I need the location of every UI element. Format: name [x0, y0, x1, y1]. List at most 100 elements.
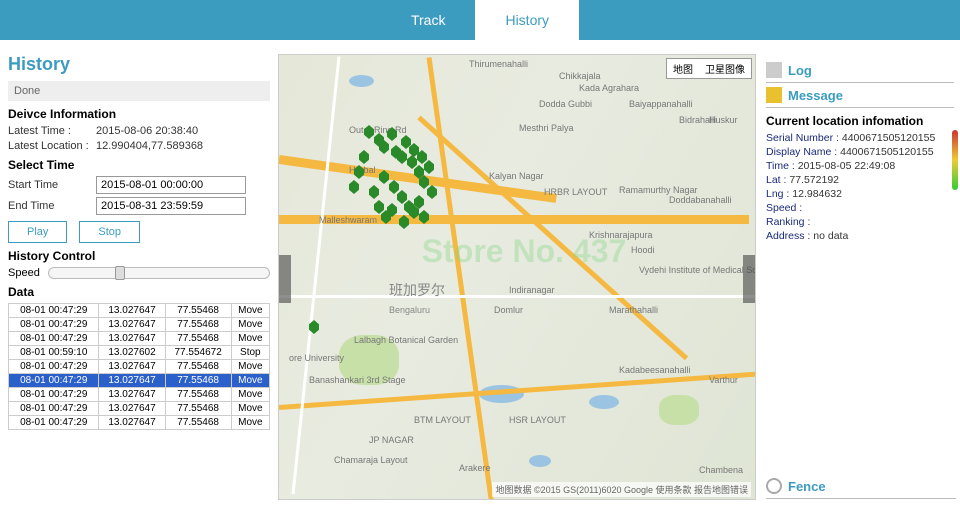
ranking-label: Ranking :: [766, 216, 810, 228]
road: [427, 57, 496, 500]
map-marker[interactable]: [407, 155, 417, 169]
place-label: HSR LAYOUT: [509, 415, 566, 425]
lng-value: 12.984632: [792, 188, 842, 200]
table-row[interactable]: 08-01 00:47:2913.02764777.55468Move: [9, 360, 270, 374]
tab-history[interactable]: History: [475, 0, 579, 40]
map-marker[interactable]: [349, 180, 359, 194]
history-control-header: History Control: [8, 249, 270, 263]
map-handle-right[interactable]: [743, 255, 755, 303]
table-row[interactable]: 08-01 00:47:2913.02764777.55468Move: [9, 388, 270, 402]
road-white: [292, 56, 341, 494]
table-row[interactable]: 08-01 00:59:1013.02760277.554672Stop: [9, 346, 270, 360]
log-section[interactable]: Log: [766, 58, 954, 83]
maptype-satellite[interactable]: 卫星图像: [699, 59, 751, 78]
address-value: no data: [813, 230, 848, 242]
lat-label: Lat :: [766, 174, 786, 186]
status-bar: Done: [8, 81, 270, 101]
map-marker[interactable]: [389, 180, 399, 194]
log-icon: [766, 62, 782, 78]
device-info-header: Deivce Information: [8, 107, 270, 121]
place-label: HRBR LAYOUT: [544, 187, 607, 197]
place-label: Lalbagh Botanical Garden: [354, 335, 458, 345]
table-row[interactable]: 08-01 00:47:2913.02764777.55468Move: [9, 332, 270, 346]
page-title: History: [8, 54, 270, 75]
map-marker[interactable]: [374, 200, 384, 214]
water-area: [589, 395, 619, 409]
latest-time-label: Latest Time :: [8, 125, 96, 137]
place-label: ore University: [289, 353, 344, 363]
place-label: Vydehi Institute of Medical Sciences &: [639, 265, 756, 275]
place-label: JP NAGAR: [369, 435, 414, 445]
topbar: Track History: [0, 0, 960, 40]
map-marker[interactable]: [359, 150, 369, 164]
map-canvas[interactable]: Store No. 437 班加罗尔Bengaluru Thirumenahal…: [279, 55, 755, 499]
time-label: Time :: [766, 160, 795, 172]
place-label: Indiranagar: [509, 285, 555, 295]
fence-section[interactable]: Fence: [766, 474, 956, 499]
map-marker[interactable]: [397, 190, 407, 204]
start-time-input[interactable]: [96, 176, 246, 194]
data-table: 08-01 00:47:2913.02764777.55468Move08-01…: [8, 303, 270, 430]
place-label: Doddabanahalli: [669, 195, 732, 205]
data-header: Data: [8, 285, 270, 299]
park-area: [659, 395, 699, 425]
play-button[interactable]: Play: [8, 221, 67, 243]
latest-time-value: 2015-08-06 20:38:40: [96, 125, 198, 137]
map-container[interactable]: Store No. 437 班加罗尔Bengaluru Thirumenahal…: [278, 54, 756, 500]
map-marker[interactable]: [427, 185, 437, 199]
place-label: Arakere: [459, 463, 491, 473]
place-label: Baiyappanahalli: [629, 99, 693, 109]
place-label: Kada Agrahara: [579, 83, 639, 93]
place-label: Chamaraja Layout: [334, 455, 408, 465]
water-area: [349, 75, 374, 87]
latest-location-value: 12.990404,77.589368: [96, 140, 203, 152]
table-row[interactable]: 08-01 00:47:2913.02764777.55468Move: [9, 318, 270, 332]
place-label: Mesthri Palya: [519, 123, 574, 133]
lat-value: 77.572192: [789, 174, 839, 186]
fence-icon: [766, 478, 782, 494]
place-label: Domlur: [494, 305, 523, 315]
message-icon: [766, 87, 782, 103]
place-label: BTM LAYOUT: [414, 415, 471, 425]
end-time-input[interactable]: [96, 197, 246, 215]
start-time-label: Start Time: [8, 179, 96, 191]
time-value: 2015-08-05 22:49:08: [798, 160, 896, 172]
info-header: Current location infomation: [766, 114, 954, 128]
place-label: Krishnarajapura: [589, 230, 653, 240]
road-white: [279, 295, 756, 298]
place-label: Dodda Gubbi: [539, 99, 592, 109]
slider-thumb[interactable]: [115, 266, 125, 280]
latest-location-label: Latest Location :: [8, 140, 96, 152]
place-label: Varthur: [709, 375, 738, 385]
place-label: Huskur: [709, 115, 738, 125]
table-row[interactable]: 08-01 00:47:2913.02764777.55468Move: [9, 416, 270, 430]
signal-bar: [952, 130, 958, 190]
speed-label: Speed :: [766, 202, 802, 214]
water-area: [529, 455, 551, 467]
speed-label: Speed: [8, 267, 40, 279]
serial-label: Serial Number :: [766, 132, 839, 144]
place-label: Outer Ring Rd: [349, 125, 407, 135]
message-section[interactable]: Message: [766, 83, 954, 108]
table-row[interactable]: 08-01 00:47:2913.02764777.55468Move: [9, 304, 270, 318]
table-row[interactable]: 08-01 00:47:2913.02764777.55468Move: [9, 374, 270, 388]
maptype-map[interactable]: 地图: [667, 59, 699, 78]
place-label: Malleshwaram: [319, 215, 377, 225]
table-row[interactable]: 08-01 00:47:2913.02764777.55468Move: [9, 402, 270, 416]
stop-button[interactable]: Stop: [79, 221, 140, 243]
display-name-label: Display Name :: [766, 146, 837, 158]
speed-slider[interactable]: [48, 267, 270, 279]
map-marker[interactable]: [424, 160, 434, 174]
end-time-label: End Time: [8, 200, 96, 212]
left-panel: History Done Deivce Information Latest T…: [0, 54, 278, 500]
place-label: Kadabeesanahalli: [619, 365, 691, 375]
place-label: Ramamurthy Nagar: [619, 185, 698, 195]
lng-label: Lng :: [766, 188, 789, 200]
tab-track[interactable]: Track: [381, 0, 475, 40]
city-label: 班加罗尔Bengaluru: [389, 280, 445, 316]
place-label: Banashankari 3rd Stage: [309, 375, 406, 385]
place-label: Thirumenahalli: [469, 59, 528, 69]
map-marker[interactable]: [369, 185, 379, 199]
place-label: Chikkajala: [559, 71, 601, 81]
map-handle-left[interactable]: [279, 255, 291, 303]
